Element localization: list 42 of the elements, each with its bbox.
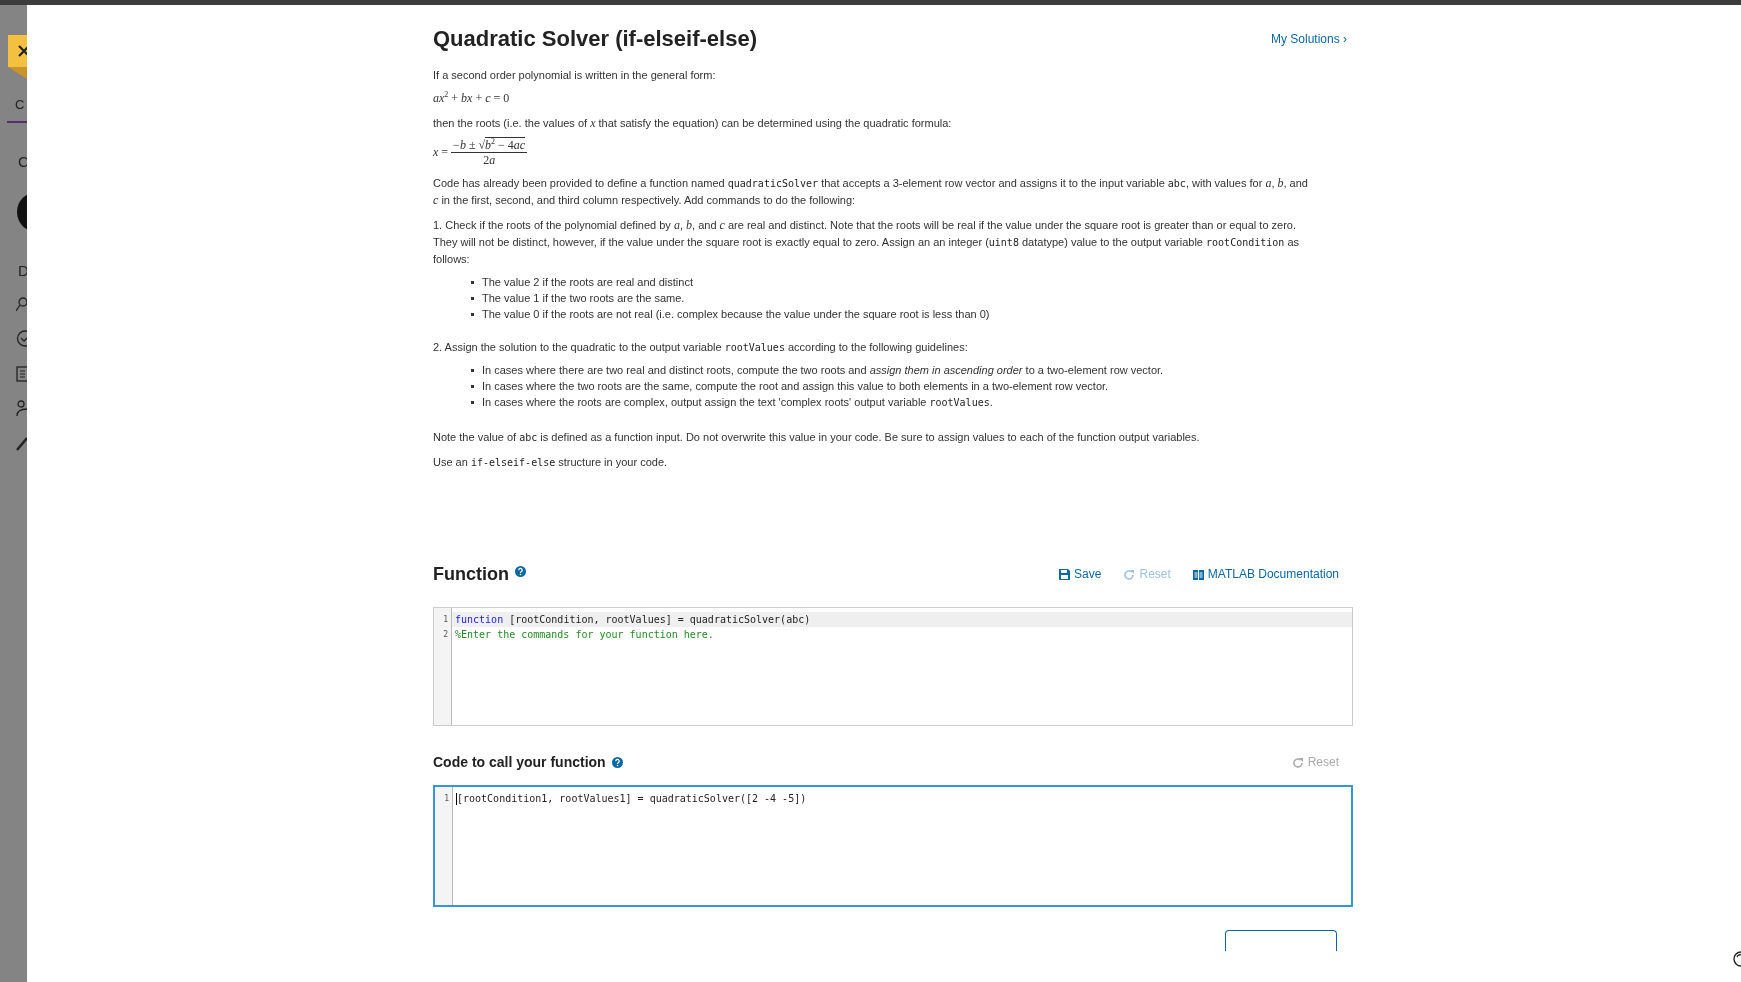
paragraph: Note the value of abc is defined as a function input. Do not overwrite this value in your code. Be sure to assign values to each of the function output variables. [433, 430, 1201, 445]
help-chat-icon[interactable] [1732, 950, 1741, 968]
person-icon[interactable] [16, 400, 27, 417]
paragraph: Use an if-elseif-else structure in your code. [433, 455, 669, 470]
paragraph: 1. Check if the roots of the polynomial defined by a, b, and c are real and distinct. Note that the roots will be real if the value under the square root is greater than or equal to zero. They will not be distinct, however, if the value under the square root is exactly equal to zero. Assign an an integer (uint8 datatype) value to the output variable rootCondition as follows: [433, 217, 1300, 267]
list-item: The value 0 if the roots are not real (i.e. complex because the value under the square root is less than 0) [482, 307, 990, 322]
close-icon [17, 44, 27, 58]
search-icon[interactable] [16, 297, 27, 312]
section-heading: Code to call your function [433, 754, 606, 771]
code-editor[interactable]: 1 2 function [rootCondition, rootValues] = quadraticSolver(abc) %Enter the commands for your function here. [433, 607, 1353, 726]
clipboard-icon[interactable] [16, 365, 27, 382]
equation: ax$^{2}$ + bx + c = 0 [433, 90, 510, 107]
paragraph: 2. Assign the solution to the quadratic to the output variable rootValues according to the following guidelines: [433, 340, 969, 355]
outlined-button[interactable] [1225, 930, 1337, 951]
save-icon [1059, 569, 1071, 580]
book-icon [1192, 569, 1204, 580]
code-editor[interactable]: 1 [rootCondition1, rootValues1] = quadraticSolver([2 -4 -5]) [433, 785, 1353, 907]
help-icon[interactable] [515, 566, 526, 577]
paragraph: then the roots (i.e. the values of x that satisfy the equation) can be determined using the quadratic formula: [433, 115, 953, 132]
list-item: The value 1 if the two roots are the same. [482, 291, 685, 306]
docs-button[interactable]: MATLAB Documentation [1192, 566, 1339, 583]
list-item: The value 2 if the roots are real and distinct [482, 275, 693, 290]
code-line: %Enter the commands for your function here. [454, 628, 715, 642]
page-title: Quadratic Solver (if-elseif-else) [433, 25, 757, 53]
paragraph: Code has already been provided to define a function named quadraticSolver that accepts a 3-element row vector and assigns it to the input variable abc, with values for a, b, and c in the first, second, and third column respectively. Add commands to do the following: [433, 175, 1308, 209]
save-button[interactable]: Save [1059, 566, 1102, 583]
line-number: 1 [442, 614, 449, 626]
reset-icon [1291, 756, 1304, 769]
line-number: 1 [443, 793, 450, 805]
list-item: In cases where the roots are complex, output assign the text 'complex roots' output variable rootValues. [482, 395, 993, 410]
section-heading: Function [433, 566, 509, 583]
code-line: [rootCondition1, rootValues1] = quadraticSolver([2 -4 -5]) [455, 792, 808, 806]
help-icon[interactable] [611, 757, 623, 768]
pencil-icon[interactable] [16, 435, 27, 452]
ribbon-fold-icon [8, 67, 27, 79]
line-number: 2 [442, 629, 449, 641]
paragraph: If a second order polynomial is written in the general form: [433, 68, 717, 83]
reset-icon [1123, 568, 1136, 581]
quadratic-formula: x = −b ± √b$^{2}$ − 4ac 2a [433, 138, 528, 167]
list-item: In cases where there are two real and distinct roots, compute the two roots and assign them in ascending order to a two-element row vector. [482, 363, 1164, 378]
my-solutions-link[interactable]: My Solutions › [1270, 31, 1347, 48]
list-item: In cases where the two roots are the same, compute the root and assign this value to both elements in a two-element row vector. [482, 379, 1109, 394]
